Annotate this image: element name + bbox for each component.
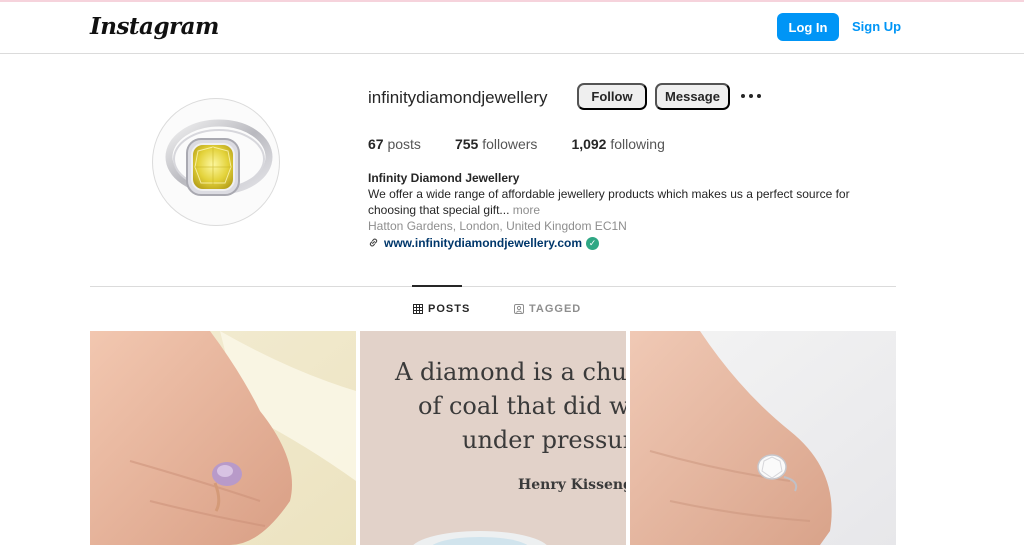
- grid-icon: [413, 304, 423, 314]
- following-count: 1,092: [571, 136, 607, 152]
- followers-count: 755: [454, 136, 479, 152]
- profile-stats: 67 posts 755 followers 1,092 following: [368, 136, 699, 152]
- active-tab-indicator: [412, 285, 462, 287]
- tab-posts[interactable]: POSTS: [413, 303, 470, 315]
- post-thumbnail-3[interactable]: [630, 331, 896, 545]
- posts-count-stat: 67 posts: [368, 136, 421, 152]
- bio-description: We offer a wide range of affordable jewe…: [368, 186, 868, 218]
- bio-website-link[interactable]: www.infinitydiamondjewellery.com: [384, 235, 582, 251]
- top-navigation-bar: Instagram Log In Sign Up: [0, 2, 1024, 54]
- login-button[interactable]: Log In: [777, 13, 839, 41]
- post-thumbnail-1[interactable]: [90, 331, 356, 545]
- tabs-divider: [90, 286, 896, 287]
- bio-text: We offer a wide range of affordable jewe…: [368, 187, 850, 217]
- post-thumbnail-2[interactable]: A diamond is a chun of coal that did we …: [360, 331, 626, 545]
- message-button[interactable]: Message: [655, 83, 730, 110]
- profile-bio: Infinity Diamond Jewellery We offer a wi…: [368, 170, 868, 251]
- bio-display-name: Infinity Diamond Jewellery: [368, 171, 520, 185]
- followers-stat[interactable]: 755 followers: [455, 136, 538, 152]
- more-options-icon[interactable]: [741, 86, 761, 106]
- signup-link[interactable]: Sign Up: [852, 19, 901, 34]
- following-stat[interactable]: 1,092 following: [571, 136, 664, 152]
- tab-posts-label: POSTS: [428, 303, 471, 315]
- following-label: following: [610, 136, 665, 152]
- followers-label: followers: [482, 136, 538, 152]
- profile-avatar[interactable]: [152, 98, 280, 226]
- verified-check-icon: ✓: [586, 236, 600, 250]
- posts-label: posts: [387, 136, 421, 152]
- posts-grid: A diamond is a chun of coal that did we …: [90, 331, 896, 545]
- bio-location: Hatton Gardens, London, United Kingdom E…: [368, 219, 627, 233]
- bio-website-row: www.infinitydiamondjewellery.com ✓: [368, 235, 868, 251]
- bio-more-link[interactable]: more: [513, 203, 540, 217]
- tab-tagged[interactable]: TAGGED: [514, 303, 581, 315]
- posts-count: 67: [368, 136, 384, 152]
- diamond-graphic: [413, 531, 547, 545]
- follow-button[interactable]: Follow: [577, 83, 647, 110]
- tab-tagged-label: TAGGED: [529, 303, 582, 315]
- instagram-logo[interactable]: Instagram: [90, 13, 219, 40]
- tagged-icon: [514, 304, 524, 314]
- profile-username: infinitydiamondjewellery: [368, 88, 548, 107]
- link-icon: [368, 237, 380, 249]
- ring-photo: [165, 119, 273, 196]
